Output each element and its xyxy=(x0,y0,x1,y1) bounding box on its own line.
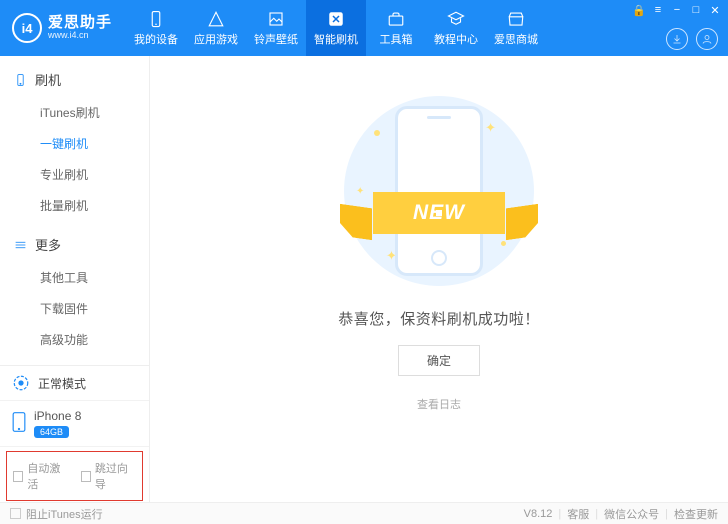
more-icon xyxy=(14,238,27,252)
connected-device-card[interactable]: iPhone 8 64GB xyxy=(0,401,149,447)
success-illustration: ✦ ✦ ✦ NEW xyxy=(344,96,534,286)
version-label: V8.12 xyxy=(524,508,553,520)
store-icon xyxy=(507,10,525,28)
top-nav: 我的设备 应用游戏 铃声壁纸 智能刷机 工具箱 教程中心 爱思商城 xyxy=(126,0,546,56)
sidebar-item-batch-flash[interactable]: 批量刷机 xyxy=(0,190,149,221)
checkbox-icon xyxy=(81,471,91,482)
lock-icon[interactable]: 🔒 xyxy=(632,3,646,17)
sidebar-item-advanced[interactable]: 高级功能 xyxy=(0,324,149,355)
sidebar-item-download-firmware[interactable]: 下载固件 xyxy=(0,293,149,324)
check-update-link[interactable]: 检查更新 xyxy=(674,506,718,522)
checkbox-icon xyxy=(10,508,21,519)
confirm-button[interactable]: 确定 xyxy=(398,345,480,376)
nav-smart-flash[interactable]: 智能刷机 xyxy=(306,0,366,56)
sidebar: 刷机 iTunes刷机 一键刷机 专业刷机 批量刷机 更多 其他工具 下载固件 … xyxy=(0,56,150,502)
wallpaper-icon xyxy=(267,10,285,28)
nav-my-device[interactable]: 我的设备 xyxy=(126,0,186,56)
sidebar-item-oneclick-flash[interactable]: 一键刷机 xyxy=(0,128,149,159)
nav-apps[interactable]: 应用游戏 xyxy=(186,0,246,56)
user-icon[interactable] xyxy=(696,28,718,50)
auto-activate-checkbox[interactable]: 自动激活 xyxy=(13,460,69,492)
device-name: iPhone 8 xyxy=(34,409,81,423)
device-phone-icon xyxy=(12,412,26,435)
app-logo: i4 爱思助手 www.i4.cn xyxy=(0,13,126,43)
device-mode-card[interactable]: 正常模式 xyxy=(0,366,149,401)
brand-name: 爱思助手 xyxy=(48,15,112,32)
sparkle-icon: ✦ xyxy=(485,120,496,136)
skip-guide-checkbox[interactable]: 跳过向导 xyxy=(81,460,137,492)
nav-toolbox[interactable]: 工具箱 xyxy=(366,0,426,56)
device-icon xyxy=(147,10,165,28)
menu-icon[interactable]: ≡ xyxy=(651,3,665,17)
header-right-actions xyxy=(666,28,718,50)
maximize-button[interactable]: □ xyxy=(689,3,703,17)
nav-tutorial[interactable]: 教程中心 xyxy=(426,0,486,56)
wechat-link[interactable]: 微信公众号 xyxy=(604,506,659,522)
post-flash-options: 自动激活 跳过向导 xyxy=(6,451,143,501)
nav-store[interactable]: 爱思商城 xyxy=(486,0,546,56)
sidebar-group-flash: 刷机 xyxy=(0,66,149,93)
brand-site: www.i4.cn xyxy=(48,31,112,41)
close-button[interactable]: ✕ xyxy=(708,3,722,17)
mode-icon xyxy=(12,374,30,392)
sidebar-group-more: 更多 xyxy=(0,231,149,258)
window-controls: 🔒 ≡ − □ ✕ xyxy=(632,3,722,17)
device-capacity-badge: 64GB xyxy=(34,426,69,438)
apps-icon xyxy=(207,10,225,28)
tutorial-icon xyxy=(447,10,465,28)
flash-icon xyxy=(327,10,345,28)
logo-badge: i4 xyxy=(12,13,42,43)
toolbox-icon xyxy=(387,10,405,28)
sidebar-item-pro-flash[interactable]: 专业刷机 xyxy=(0,159,149,190)
nav-ringtones[interactable]: 铃声壁纸 xyxy=(246,0,306,56)
new-ribbon: NEW xyxy=(334,188,544,238)
block-itunes-checkbox[interactable]: 阻止iTunes运行 xyxy=(10,506,103,522)
app-header: i4 爱思助手 www.i4.cn 我的设备 应用游戏 铃声壁纸 智能刷机 工具… xyxy=(0,0,728,56)
checkbox-icon xyxy=(13,471,23,482)
main-content: ✦ ✦ ✦ NEW 恭喜您，保资料刷机成功啦！ 确定 查看日志 xyxy=(150,56,728,502)
sidebar-item-itunes-flash[interactable]: iTunes刷机 xyxy=(0,97,149,128)
success-message: 恭喜您，保资料刷机成功啦！ xyxy=(338,308,540,329)
status-bar: 阻止iTunes运行 V8.12 | 客服 | 微信公众号 | 检查更新 xyxy=(0,502,728,524)
minimize-button[interactable]: − xyxy=(670,3,684,17)
phone-icon xyxy=(14,73,27,87)
device-mode-label: 正常模式 xyxy=(38,375,86,392)
sidebar-item-other-tools[interactable]: 其他工具 xyxy=(0,262,149,293)
view-log-link[interactable]: 查看日志 xyxy=(417,396,461,412)
customer-service-link[interactable]: 客服 xyxy=(567,506,589,522)
download-icon[interactable] xyxy=(666,28,688,50)
